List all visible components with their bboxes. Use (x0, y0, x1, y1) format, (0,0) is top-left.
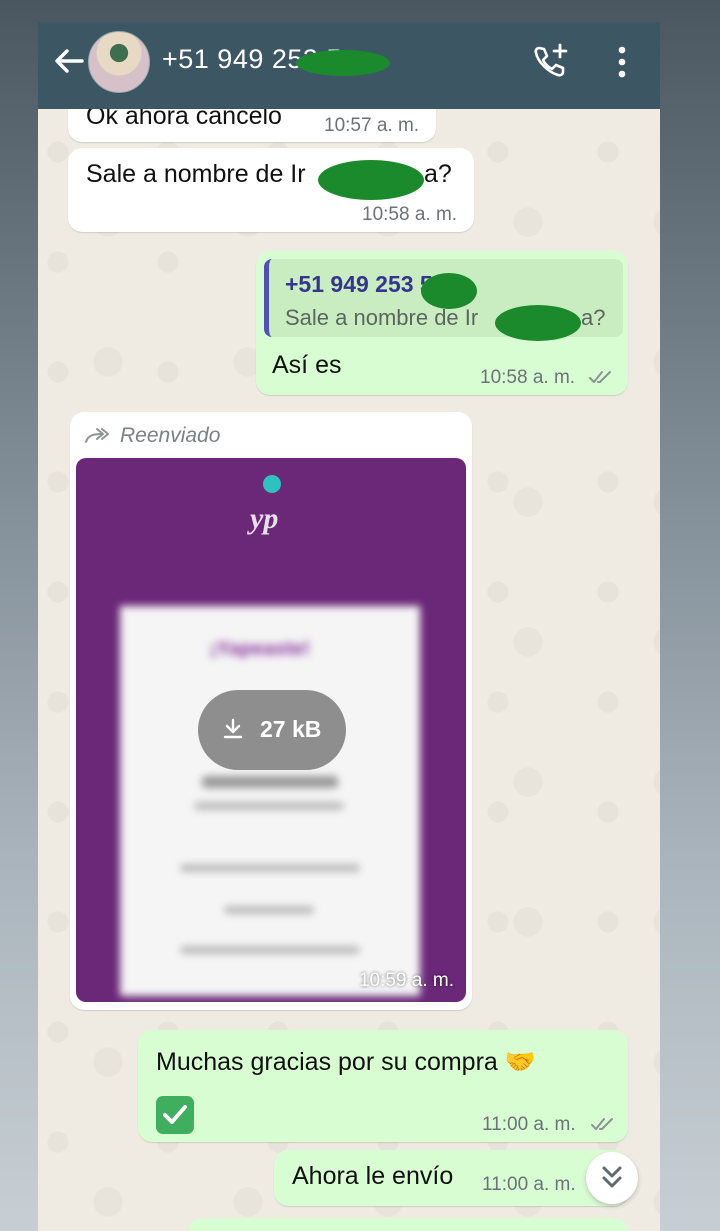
message-time: 10:57 a. m. (324, 115, 420, 136)
double-check-icon (591, 1118, 613, 1130)
message-text: Muchas gracias por su compra 🤝 (156, 1048, 536, 1076)
redaction-mark (296, 50, 390, 76)
double-check-icon (589, 371, 611, 383)
download-icon (223, 718, 243, 739)
svg-text:yp: yp (247, 502, 278, 535)
quote-text: Sale a nombre de Ir (285, 305, 479, 330)
message-bubble-media[interactable]: Reenviado yp ¡Yapeaste! 27 kB 10:59 a. m (70, 412, 472, 1010)
message-text: Sale a nombre de Ir (86, 160, 306, 188)
scroll-to-bottom-button[interactable] (586, 1152, 638, 1204)
forward-icon (85, 428, 109, 443)
download-button[interactable]: 27 kB (198, 690, 346, 770)
message-time: 10:59 a. m. (358, 970, 454, 991)
contact-avatar[interactable] (88, 31, 150, 93)
forwarded-label: Reenviado (120, 424, 221, 447)
redaction-mark (421, 273, 477, 309)
quote-text-end: a? (581, 305, 606, 330)
more-vertical-icon[interactable] (612, 44, 632, 80)
message-text-end: a? (424, 160, 452, 188)
check-emoji-icon (156, 1096, 194, 1134)
message-time: 11:00 a. m. (482, 1174, 576, 1195)
file-size: 27 kB (260, 716, 322, 742)
blurred-receipt: ¡Yapeaste! (120, 606, 420, 996)
message-time: 11:00 a. m. (482, 1114, 576, 1135)
message-text: Así es (272, 351, 342, 379)
receipt-title: ¡Yapeaste! (210, 638, 311, 660)
message-bubble-outgoing[interactable]: Ahora le envío 11:00 a. m. (274, 1150, 628, 1206)
image-attachment[interactable]: yp ¡Yapeaste! 27 kB 10:59 a. m. (76, 458, 466, 1002)
message-bubble-outgoing[interactable]: +51 949 253 5 Sale a nombre de Ir a? Así… (256, 251, 628, 395)
double-chevron-down-icon (602, 1166, 622, 1188)
message-bubble-outgoing[interactable] (188, 1218, 628, 1231)
message-text: Ahora le envío (292, 1162, 454, 1190)
message-bubble-outgoing[interactable]: Muchas gracias por su compra 🤝 11:00 a. … (138, 1030, 628, 1142)
redaction-mark (318, 160, 424, 200)
chat-header: +51 949 253 5 (38, 22, 660, 109)
chat-screen: +51 949 253 5 Ok ahora cancelo 10:57 a. … (38, 22, 660, 1231)
quoted-message[interactable]: +51 949 253 5 Sale a nombre de Ir a? (264, 259, 623, 341)
message-time: 10:58 a. m. (362, 204, 458, 225)
yape-logo-icon: yp (247, 475, 281, 535)
message-bubble-incoming[interactable]: Sale a nombre de Ir a? 10:58 a. m. (68, 148, 474, 232)
back-arrow-icon[interactable] (52, 44, 86, 78)
redaction-mark (495, 305, 581, 341)
quote-sender: +51 949 253 5 (285, 271, 433, 297)
message-time: 10:58 a. m. (480, 367, 576, 388)
phone-add-icon[interactable] (530, 42, 570, 82)
